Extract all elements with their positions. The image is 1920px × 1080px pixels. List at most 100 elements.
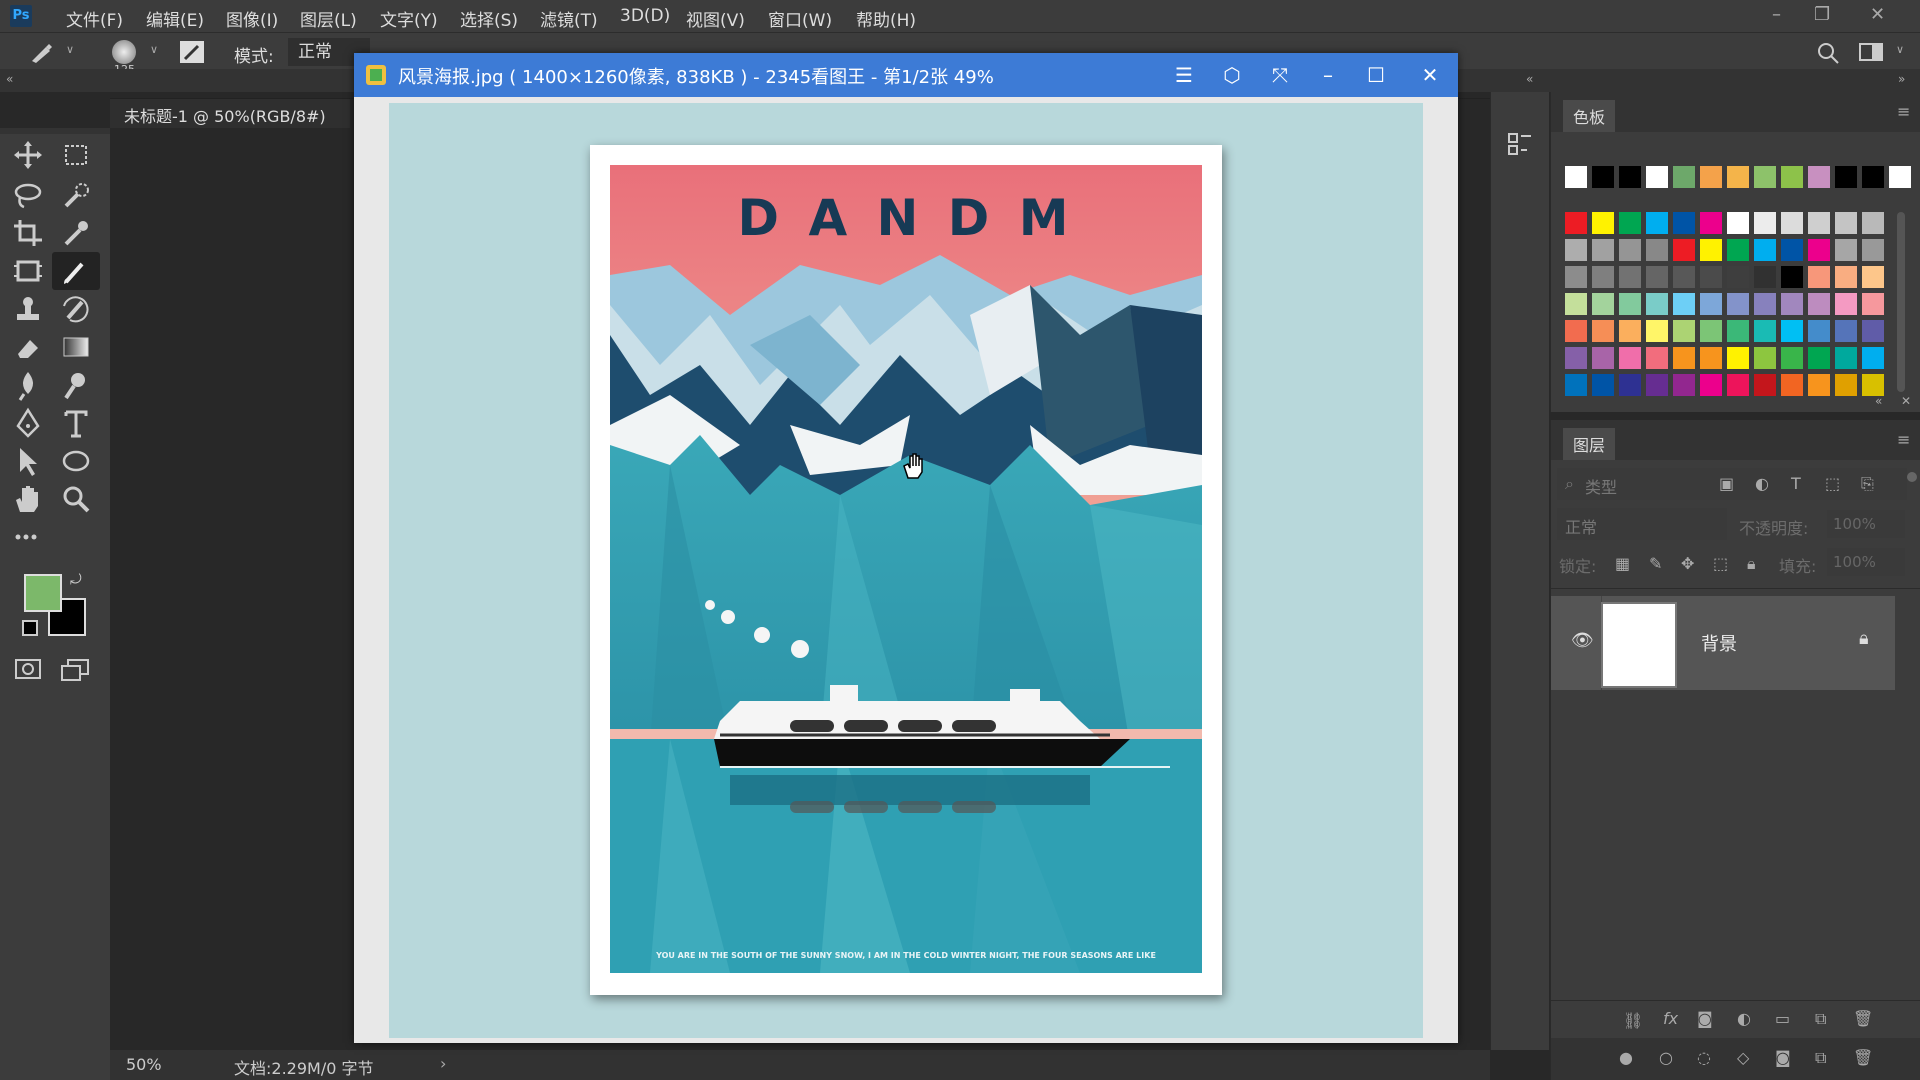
color-swatch[interactable] [1673,266,1695,288]
menu-filter[interactable]: 滤镜(T) [540,6,598,31]
chevron-down-icon[interactable]: ∨ [150,43,158,56]
color-swatch[interactable] [1754,293,1776,315]
color-swatch[interactable] [1754,239,1776,261]
zoom-tool-icon[interactable] [58,482,94,516]
frame-tool-icon[interactable] [10,254,46,288]
color-swatch[interactable] [1646,239,1668,261]
brush-tip-icon[interactable] [112,40,136,64]
color-swatch[interactable] [1646,212,1668,234]
eraser-tool-icon[interactable] [10,330,46,364]
quick-mask-icon[interactable] [10,652,46,686]
color-swatch[interactable] [1619,347,1641,369]
filter-shape-icon[interactable]: ⬚ [1825,474,1840,493]
color-swatch[interactable] [1808,239,1830,261]
lock-icon[interactable]: 🔒︎ [1859,628,1869,649]
menu-select[interactable]: 选择(S) [460,6,518,31]
color-swatch[interactable] [1808,320,1830,342]
crop-tool-icon[interactable] [10,216,46,250]
filter-smart-object-icon[interactable]: ⎘ [1861,474,1874,494]
stamp-tool-icon[interactable] [10,292,46,326]
color-swatch[interactable] [1727,347,1749,369]
menu-window[interactable]: 窗口(W) [768,6,832,31]
color-swatch[interactable] [1592,212,1614,234]
color-swatch[interactable] [1781,293,1803,315]
opacity-input[interactable]: 100% [1827,510,1905,538]
workspace-icon[interactable] [1858,41,1886,63]
color-swatch[interactable] [1781,347,1803,369]
history-panel-icon[interactable] [1505,130,1535,160]
color-swatch[interactable] [1673,239,1695,261]
color-swatch[interactable] [1808,293,1830,315]
fullscreen-icon[interactable]: ⤧ [1264,59,1296,91]
trash-icon[interactable]: 🗑︎ [1853,1048,1873,1067]
adjustment-icon[interactable]: ◐ [1737,1009,1751,1028]
panel-menu-icon[interactable]: ≡ [1897,102,1910,121]
color-swatch[interactable] [1700,166,1722,188]
search-icon[interactable] [1816,41,1840,65]
dot-icon[interactable]: ● [1619,1048,1633,1067]
marquee-tool-icon[interactable] [58,138,94,172]
color-swatch[interactable] [1808,212,1830,234]
color-swatch[interactable] [1565,166,1587,188]
color-swatch[interactable] [1835,374,1857,396]
color-swatch[interactable] [1754,266,1776,288]
color-swatch[interactable] [1781,320,1803,342]
maximize-icon[interactable]: ☐ [1360,59,1392,91]
lock-transparency-icon[interactable]: ▦ [1615,554,1630,573]
link-icon[interactable]: ⛓ [1623,1011,1643,1030]
color-swatch[interactable] [1835,320,1857,342]
color-swatch[interactable] [1646,166,1668,188]
color-swatch[interactable] [1808,374,1830,396]
swap-colors-icon[interactable]: ⤾ [70,572,82,588]
menu-layer[interactable]: 图层(L) [300,6,357,31]
new-layer-icon[interactable]: ⧉ [1815,1048,1826,1068]
foreground-color-swatch[interactable] [24,574,62,612]
color-swatch[interactable] [1862,239,1884,261]
more-tools-icon[interactable] [10,520,46,554]
close-icon[interactable]: ✕ [1870,4,1885,25]
ellipse-tool-icon[interactable] [58,444,94,478]
color-swatch[interactable] [1565,212,1587,234]
color-swatch[interactable] [1592,239,1614,261]
color-swatch[interactable] [1673,347,1695,369]
close-icon[interactable]: ✕ [1901,394,1911,408]
brush-panel-icon[interactable] [180,41,204,63]
color-swatch[interactable] [1862,293,1884,315]
chevron-down-icon[interactable]: ∨ [1896,43,1904,56]
menu-help[interactable]: 帮助(H) [856,6,916,31]
color-swatch[interactable] [1592,374,1614,396]
color-swatch[interactable] [1646,347,1668,369]
quick-select-tool-icon[interactable] [58,178,94,212]
color-swatch[interactable] [1727,374,1749,396]
document-tab[interactable]: 未标题-1 @ 50%(RGB/8#) [110,98,350,128]
color-swatch[interactable] [1673,166,1695,188]
color-swatch[interactable] [1700,374,1722,396]
color-swatch[interactable] [1700,347,1722,369]
color-swatch[interactable] [1646,293,1668,315]
blur-tool-icon[interactable] [10,368,46,402]
color-swatch[interactable] [1565,266,1587,288]
color-swatch[interactable] [1619,293,1641,315]
color-swatch[interactable] [1862,320,1884,342]
color-swatch[interactable] [1565,347,1587,369]
chevron-down-icon[interactable]: ∨ [66,43,74,56]
history-brush-tool-icon[interactable] [58,292,94,326]
menu-icon[interactable]: ☰ [1168,59,1200,91]
menu-type[interactable]: 文字(Y) [380,6,438,31]
color-swatch[interactable] [1727,266,1749,288]
color-swatch[interactable] [1754,347,1776,369]
brush-tool-icon[interactable] [58,254,94,288]
type-tool-icon[interactable] [58,406,94,440]
color-swatch[interactable] [1673,374,1695,396]
layers-tab[interactable]: 图层 [1563,428,1616,460]
lock-pixels-icon[interactable]: ✎ [1649,554,1662,573]
swatches-scrollbar[interactable] [1897,212,1905,392]
mask-icon[interactable]: ◙ [1775,1048,1791,1067]
minimize-icon[interactable]: – [1772,4,1781,25]
color-swatch[interactable] [1646,374,1668,396]
trash-icon[interactable]: 🗑︎ [1853,1009,1873,1028]
color-swatch[interactable] [1565,293,1587,315]
mask-icon[interactable]: ◙ [1697,1009,1713,1028]
color-swatch[interactable] [1727,320,1749,342]
collapse-icon[interactable]: « [6,72,13,86]
